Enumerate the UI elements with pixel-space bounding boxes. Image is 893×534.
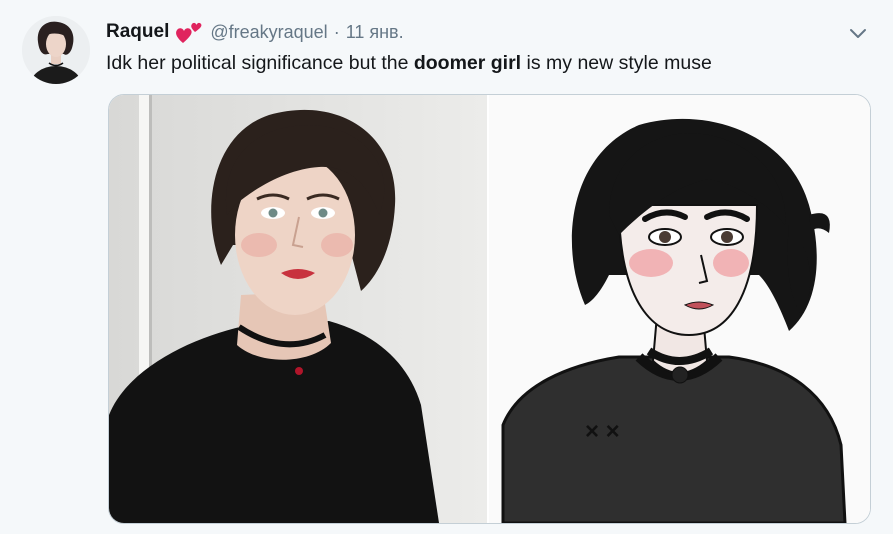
tweet-text-part: is my new style muse — [521, 52, 712, 74]
photo-left[interactable] — [109, 95, 487, 523]
illustration-image: × × — [489, 95, 870, 523]
chevron-down-icon[interactable] — [847, 22, 869, 44]
author-handle[interactable]: @freakyraquel — [210, 22, 327, 43]
avatar[interactable] — [22, 16, 90, 84]
author-name[interactable]: Raquel — [106, 21, 169, 43]
two-hearts-icon — [174, 19, 204, 45]
tweet-text-bold: doomer girl — [413, 52, 522, 74]
photo-right[interactable]: × × — [489, 95, 870, 523]
tweet-text: Idk her political significance but the d… — [106, 52, 712, 75]
tweet-text-part: Idk her political significance but the — [106, 52, 414, 74]
tweet-header: Raquel @freakyraquel · 11 янв. — [106, 19, 404, 45]
avatar-image — [22, 16, 90, 84]
photo-image — [109, 95, 487, 523]
tweet-media[interactable]: × × — [108, 94, 871, 524]
tweet-date[interactable]: 11 янв. — [346, 22, 404, 43]
tweet[interactable]: Raquel @freakyraquel · 11 янв. Idk her p… — [0, 0, 893, 534]
svg-text:× ×: × × — [585, 418, 620, 445]
header-separator: · — [333, 21, 340, 42]
